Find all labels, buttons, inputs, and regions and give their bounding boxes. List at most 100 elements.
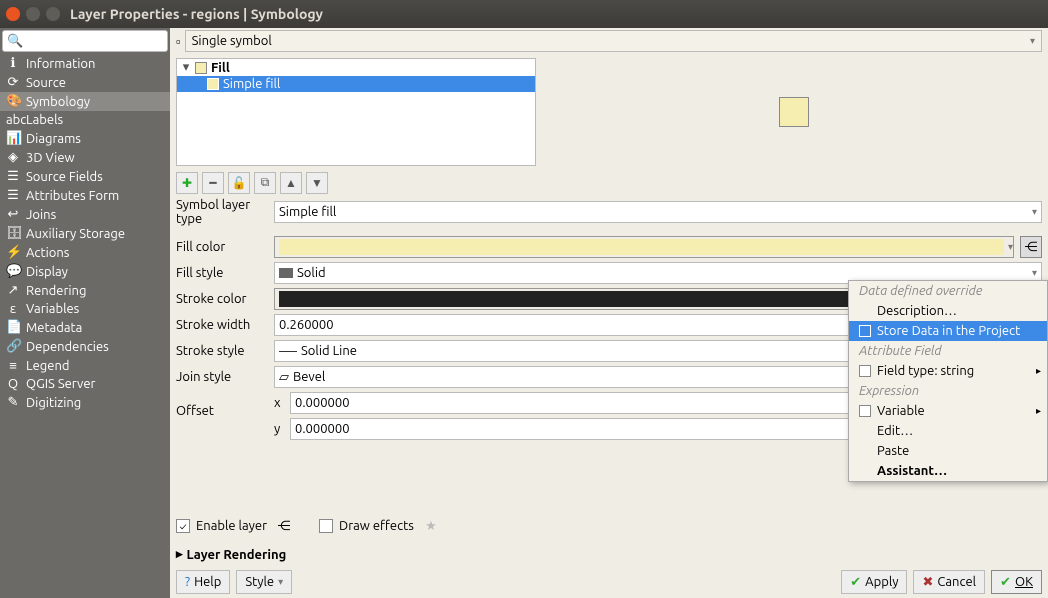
sidebar-item-rendering[interactable]: ↗ Rendering bbox=[0, 281, 170, 300]
sidebar-item-information[interactable]: ℹInformation bbox=[0, 54, 170, 73]
digitizing-icon: ✎ bbox=[6, 395, 20, 410]
chevron-down-icon: ▾ bbox=[1030, 35, 1035, 47]
chevron-down-icon: ▾ bbox=[1032, 267, 1037, 279]
sidebar-item-label: Metadata bbox=[26, 321, 82, 335]
style-button[interactable]: Style▾ bbox=[236, 570, 292, 594]
stroke-style-label: Stroke style bbox=[176, 344, 268, 358]
sidebar-item-label: 3D View bbox=[26, 151, 75, 165]
add-layer-button[interactable]: ✚ bbox=[176, 172, 198, 194]
bevel-icon: ▱ bbox=[279, 370, 289, 385]
tree-row-fill[interactable]: ▾ Fill bbox=[177, 59, 535, 76]
attributes-form-icon: ☰ bbox=[6, 188, 20, 203]
sidebar-item-label: QGIS Server bbox=[26, 377, 95, 391]
display-icon: 💬 bbox=[6, 264, 20, 279]
enable-layer-checkbox[interactable]: ✓ bbox=[176, 519, 190, 533]
sidebar-item-label: Dependencies bbox=[26, 340, 109, 354]
cancel-button[interactable]: ✖Cancel bbox=[913, 570, 985, 594]
sidebar-item-3d-view[interactable]: ◈3D View bbox=[0, 148, 170, 167]
actions-icon: ⚡ bbox=[6, 245, 20, 260]
sidebar-item-qgis-server[interactable]: QQGIS Server bbox=[0, 375, 170, 393]
move-down-button[interactable]: ▼ bbox=[306, 172, 328, 194]
move-up-button[interactable]: ▲ bbox=[280, 172, 302, 194]
sidebar-item-source-fields[interactable]: ☰Source Fields bbox=[0, 167, 170, 186]
remove-layer-button[interactable]: ━ bbox=[202, 172, 224, 194]
tree-row-simple-fill[interactable]: Simple fill bbox=[177, 76, 535, 92]
sidebar-item-label: Digitizing bbox=[26, 396, 81, 410]
symbol-preview bbox=[546, 58, 1042, 166]
sidebar: 🔍 ℹInformation ⟳ Source 🎨SymbologyabcLabels… bbox=[0, 28, 170, 598]
sidebar-item-label: Display bbox=[26, 265, 68, 279]
sidebar-item-display[interactable]: 💬 Display bbox=[0, 262, 170, 281]
symbology-icon: 🎨 bbox=[6, 94, 20, 109]
sidebar-item-joins[interactable]: ↩ Joins bbox=[0, 205, 170, 224]
stroke-width-input[interactable]: 0.260000 ⌫ ▲▼ bbox=[274, 314, 916, 336]
offset-x-input[interactable]: 0.000000 ▲▼ bbox=[290, 392, 916, 414]
sidebar-item-digitizing[interactable]: ✎ Digitizing bbox=[0, 393, 170, 412]
data-defined-override-button[interactable]: ⋲ bbox=[1020, 236, 1042, 258]
symbol-layer-type-label: Symbol layer type bbox=[176, 198, 268, 226]
fill-color-button[interactable]: ▾ bbox=[274, 236, 1014, 258]
menu-variable[interactable]: Variable▸ bbox=[849, 401, 1047, 421]
sidebar-item-actions[interactable]: ⚡Actions bbox=[0, 243, 170, 262]
sidebar-item-source[interactable]: ⟳ Source bbox=[0, 73, 170, 92]
tree-child-label: Simple fill bbox=[223, 77, 280, 91]
sidebar-item-label: Source Fields bbox=[26, 170, 103, 184]
enable-layer-override-button[interactable]: ⋲ bbox=[273, 515, 295, 537]
offset-y-input[interactable]: 0.000000 ▲▼ bbox=[290, 418, 916, 440]
sidebar-item-labels[interactable]: abcLabels bbox=[0, 111, 170, 129]
sidebar-item-legend[interactable]: ≡Legend bbox=[0, 356, 170, 375]
rendering-icon: ↗ bbox=[6, 283, 20, 298]
help-button[interactable]: ?Help bbox=[176, 570, 230, 594]
collapse-icon[interactable]: ▾ bbox=[181, 60, 191, 75]
search-input[interactable]: 🔍 bbox=[2, 30, 168, 52]
window-title: Layer Properties - regions | Symbology bbox=[70, 6, 323, 22]
apply-button[interactable]: ✔Apply bbox=[841, 570, 907, 594]
sidebar-item-label: Attributes Form bbox=[26, 189, 119, 203]
sidebar-item-label: Variables bbox=[26, 302, 79, 316]
menu-header: Expression bbox=[849, 381, 1047, 401]
minimize-icon[interactable] bbox=[26, 7, 40, 21]
renderer-icon: ▫ bbox=[176, 34, 181, 49]
source-icon: ⟳ bbox=[6, 75, 20, 90]
symbol-layer-type-combo[interactable]: Simple fill ▾ bbox=[274, 201, 1042, 223]
menu-store-data[interactable]: Store Data in the Project bbox=[849, 321, 1047, 341]
symbol-tree[interactable]: ▾ Fill Simple fill bbox=[176, 58, 536, 166]
joins-icon: ↩ bbox=[6, 207, 20, 222]
draw-effects-label: Draw effects bbox=[339, 519, 414, 533]
fill-swatch-icon bbox=[207, 78, 219, 90]
sidebar-item-auxiliary-storage[interactable]: 🗄Auxiliary Storage bbox=[0, 224, 170, 243]
sidebar-item-label: Source bbox=[26, 76, 66, 90]
dependencies-icon: 🔗 bbox=[6, 339, 20, 354]
sidebar-item-metadata[interactable]: 📄Metadata bbox=[0, 318, 170, 337]
menu-assistant[interactable]: Assistant… bbox=[849, 461, 1047, 481]
close-icon[interactable] bbox=[6, 7, 20, 21]
data-defined-override-menu: Data defined override Description… Store… bbox=[848, 280, 1048, 482]
tree-root-label: Fill bbox=[211, 61, 230, 75]
menu-field-type[interactable]: Field type: string▸ bbox=[849, 361, 1047, 381]
sidebar-item-label: Auxiliary Storage bbox=[26, 227, 125, 241]
sidebar-item-attributes-form[interactable]: ☰ Attributes Form bbox=[0, 186, 170, 205]
effects-button[interactable]: ★ bbox=[420, 515, 442, 537]
chevron-right-icon: ▸ bbox=[1036, 405, 1041, 417]
layer-rendering-section[interactable]: ▸ Layer Rendering bbox=[170, 543, 1048, 566]
sidebar-item-diagrams[interactable]: 📊Diagrams bbox=[0, 129, 170, 148]
search-icon: 🔍 bbox=[7, 34, 23, 49]
chevron-right-icon: ▸ bbox=[1036, 365, 1041, 377]
sidebar-item-label: Rendering bbox=[26, 284, 86, 298]
ok-button[interactable]: ✔OK bbox=[991, 570, 1042, 594]
chevron-down-icon: ▾ bbox=[1032, 206, 1037, 218]
sidebar-item-dependencies[interactable]: 🔗 Dependencies bbox=[0, 337, 170, 356]
sidebar-item-label: Legend bbox=[26, 359, 69, 373]
lock-layer-button[interactable]: 🔓 bbox=[228, 172, 250, 194]
information-icon: ℹ bbox=[6, 56, 20, 71]
sidebar-item-symbology[interactable]: 🎨Symbology bbox=[0, 92, 170, 111]
sidebar-item-variables[interactable]: εVariables bbox=[0, 300, 170, 318]
maximize-icon[interactable] bbox=[46, 7, 60, 21]
menu-description[interactable]: Description… bbox=[849, 301, 1047, 321]
draw-effects-checkbox[interactable] bbox=[319, 519, 333, 533]
duplicate-layer-button[interactable]: ⧉ bbox=[254, 172, 276, 194]
menu-paste[interactable]: Paste bbox=[849, 441, 1047, 461]
menu-edit[interactable]: Edit… bbox=[849, 421, 1047, 441]
renderer-type-combo[interactable]: Single symbol ▾ bbox=[185, 30, 1042, 52]
sidebar-item-label: Joins bbox=[26, 208, 56, 222]
